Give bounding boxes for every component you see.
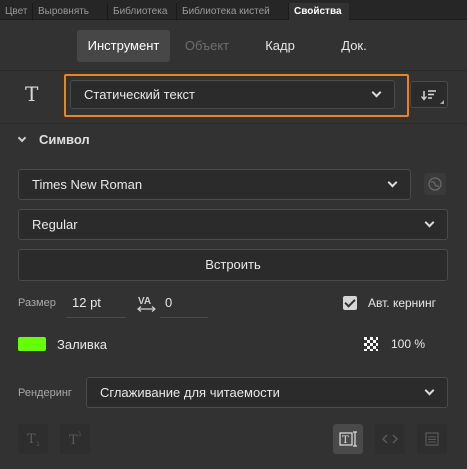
tracking-underline (160, 317, 208, 318)
font-family-dropdown[interactable]: Times New Roman (18, 169, 411, 200)
tab-color[interactable]: Цвет (0, 3, 33, 20)
fill-label: Заливка (57, 337, 108, 352)
divider (0, 70, 467, 71)
svg-text:T: T (27, 432, 36, 447)
text-border-icon (425, 432, 439, 446)
svg-text:T: T (342, 435, 349, 446)
tab-object: Объект (184, 38, 230, 53)
tab-align[interactable]: Выровнять (33, 3, 108, 20)
font-style-value: Regular (32, 217, 78, 232)
tab-instrument[interactable]: Инструмент (77, 30, 170, 62)
tab-properties[interactable]: Свойства (289, 3, 349, 20)
chevron-down-icon (424, 385, 435, 396)
chevron-down-icon (387, 177, 398, 188)
render-dropdown[interactable]: Сглаживание для читаемости (86, 377, 448, 408)
sort-lines-button[interactable] (410, 81, 448, 108)
svg-text:1: 1 (36, 441, 40, 448)
subscript-button[interactable]: T 1 (18, 424, 48, 454)
auto-kern-label: Авт. кернинг (368, 296, 437, 310)
checkerboard-icon (364, 337, 378, 351)
size-underline (66, 317, 126, 318)
html-tag-button[interactable] (375, 424, 405, 454)
tab-brush-library[interactable]: Библиотека кистей (177, 3, 289, 20)
html-tag-icon (381, 434, 399, 444)
chevron-down-icon (371, 87, 382, 98)
chevron-down-icon (424, 217, 435, 228)
size-value[interactable]: 12 pt (72, 295, 101, 310)
font-family-value: Times New Roman (32, 177, 143, 192)
selectable-text-button[interactable]: T (333, 424, 363, 454)
size-label: Размер (18, 297, 56, 309)
superscript-button[interactable]: T 1 (60, 424, 90, 454)
sort-lines-icon (421, 90, 444, 104)
svg-text:VA: VA (138, 296, 151, 307)
chevron-down-icon[interactable] (17, 133, 27, 143)
text-type-value: Статический текст (84, 87, 196, 102)
embed-button[interactable]: Встроить (18, 249, 448, 281)
globe-icon (428, 177, 442, 191)
section-title-symbol[interactable]: Символ (39, 132, 90, 147)
text-border-button[interactable] (417, 424, 447, 454)
text-type-dropdown[interactable]: Статический текст (70, 80, 395, 109)
text-tool-icon: T (25, 82, 39, 106)
render-label: Рендеринг (18, 387, 72, 399)
tab-frame[interactable]: Кадр (252, 30, 308, 62)
opacity-value[interactable]: 100 % (391, 337, 425, 351)
font-style-dropdown[interactable]: Regular (18, 209, 448, 240)
tab-library[interactable]: Библиотека (108, 3, 177, 20)
superscript-icon: T 1 (69, 431, 82, 448)
tab-document[interactable]: Док. (326, 30, 382, 62)
panel-tab-bar: Цвет Выровнять Библиотека Библиотека кис… (0, 0, 467, 20)
selectable-text-icon: T (339, 431, 357, 447)
globe-button[interactable] (424, 173, 446, 195)
svg-text:1: 1 (78, 431, 82, 438)
auto-kern-checkbox[interactable] (343, 296, 357, 310)
render-value: Сглаживание для читаемости (100, 385, 280, 400)
fill-color-swatch[interactable] (18, 337, 46, 351)
tracking-value[interactable]: 0 (165, 295, 172, 310)
svg-text:T: T (69, 433, 78, 448)
divider (0, 123, 467, 124)
letter-spacing-icon: VA (137, 296, 156, 312)
subscript-icon: T 1 (27, 432, 40, 448)
